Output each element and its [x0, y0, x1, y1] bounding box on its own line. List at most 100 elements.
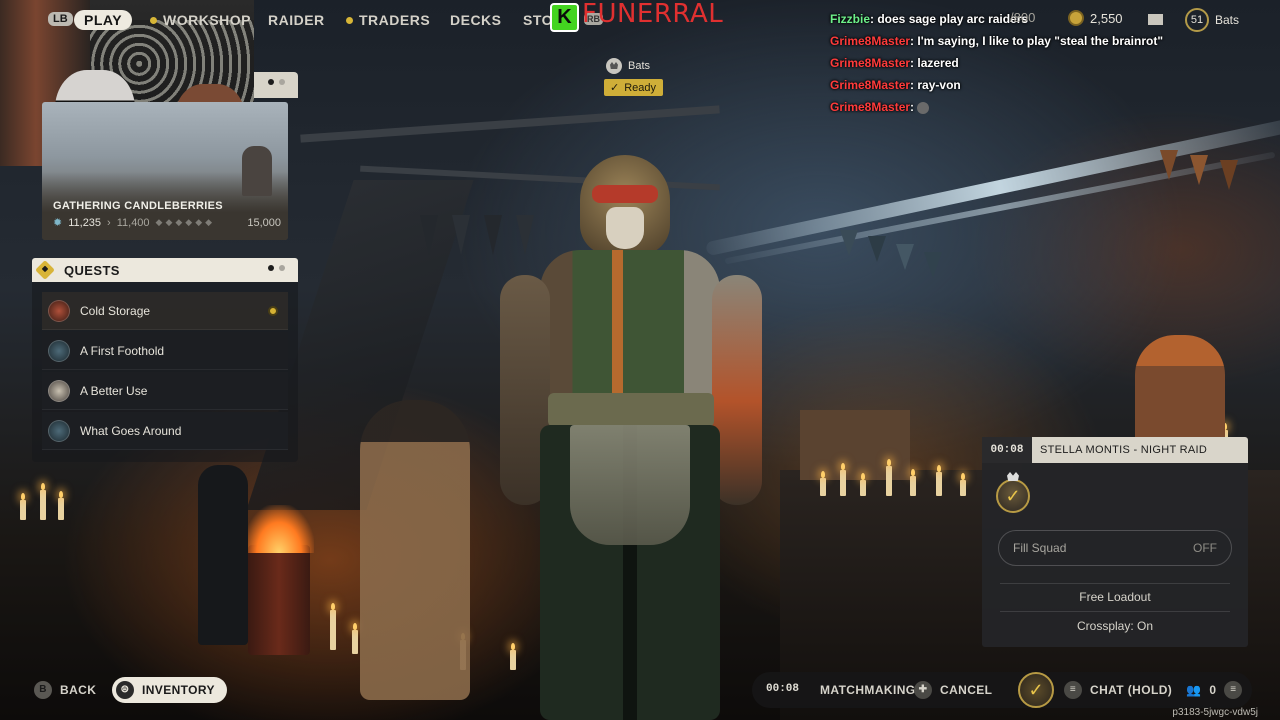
- menu-icon: ≡: [1064, 681, 1082, 699]
- matchmaking-label: MATCHMAKING: [820, 683, 916, 697]
- currency-partial: /800: [1010, 10, 1035, 25]
- chat-text: : I'm saying, I like to play "steal the …: [910, 34, 1164, 48]
- chat-label: CHAT (HOLD): [1090, 683, 1173, 697]
- notification-dot-icon: [150, 16, 157, 24]
- scene-fire-barrel: [248, 545, 310, 655]
- raider-belt: [548, 393, 714, 427]
- lb-button-glyph[interactable]: LB: [48, 12, 73, 26]
- ready-badge: ✓ Ready: [604, 79, 664, 96]
- scene-candle: [330, 603, 336, 650]
- event-title: GATHERING CANDLEBERRIES: [53, 200, 223, 212]
- quest-item[interactable]: Cold Storage: [42, 292, 288, 330]
- quest-giver-avatar: [48, 299, 70, 322]
- menu-icon: ≡: [1224, 681, 1243, 699]
- currency-partial-value: /800: [1010, 10, 1036, 25]
- inventory-label: INVENTORY: [142, 683, 215, 697]
- event-card-header: [254, 72, 298, 98]
- scene-banner: [896, 244, 914, 270]
- tab-raider[interactable]: RAIDER: [268, 12, 325, 28]
- cancel-button[interactable]: ✚ CANCEL: [914, 681, 992, 699]
- scene-banner: [924, 252, 942, 278]
- fill-squad-state: OFF: [1193, 541, 1217, 555]
- scene-candle: [860, 473, 866, 496]
- squad-panel: 00:08 STELLA MONTIS - NIGHT RAID ✓ Fill …: [982, 437, 1248, 647]
- mail-button[interactable]: [1148, 14, 1163, 25]
- scene-npc: [198, 465, 248, 645]
- scene-candle: [960, 473, 966, 496]
- chat-text: : does sage play arc raiders: [870, 12, 1029, 26]
- tab-traders[interactable]: TRADERS: [346, 12, 430, 28]
- quest-giver-avatar: [48, 419, 70, 442]
- squad-map-title: STELLA MONTIS - NIGHT RAID: [1040, 444, 1208, 456]
- fill-squad-label: Fill Squad: [1013, 541, 1067, 555]
- b-button-glyph: B: [34, 681, 52, 699]
- fill-squad-toggle[interactable]: Fill Squad OFF: [998, 530, 1232, 566]
- event-card[interactable]: GATHERING CANDLEBERRIES ✹ 11,235 › 11,40…: [42, 72, 298, 240]
- scene-banner: [420, 215, 438, 255]
- back-button[interactable]: B BACK: [34, 681, 96, 699]
- scene-rafter: [300, 105, 720, 143]
- gear-icon: ✹: [53, 217, 63, 229]
- pager-dots: [268, 79, 285, 85]
- event-image-figure: [242, 146, 272, 196]
- matchmaking-timer: 00:08: [766, 683, 800, 695]
- party-count: 0: [1209, 683, 1217, 697]
- scene-npc-shopkeeper: [1135, 335, 1225, 445]
- quests-header[interactable]: QUESTS: [32, 258, 298, 282]
- scene-candle: [820, 471, 826, 496]
- scene-shelf: [800, 410, 910, 480]
- cancel-label: CANCEL: [940, 683, 993, 697]
- chat-button[interactable]: ≡ CHAT (HOLD): [1064, 681, 1172, 699]
- quest-item[interactable]: A First Foothold: [42, 332, 288, 370]
- raider-apron: [570, 425, 690, 545]
- tab-decks[interactable]: DECKS: [450, 12, 502, 28]
- check-icon: ✓: [610, 82, 620, 94]
- scene-candle: [886, 459, 892, 496]
- stream-channel-name: FUNERRAL: [582, 0, 724, 29]
- crown-icon: [1007, 472, 1019, 481]
- scene-light-beam: [705, 117, 1280, 257]
- scene-banner: [452, 215, 470, 255]
- check-icon: ✓: [1005, 485, 1021, 506]
- tracked-quest-icon: [268, 305, 278, 316]
- scene-candle: [352, 623, 358, 654]
- quest-label: A Better Use: [80, 383, 148, 398]
- quest-label: What Goes Around: [80, 423, 182, 438]
- tab-store[interactable]: STO: [523, 12, 553, 28]
- player-name: Bats: [1215, 13, 1240, 27]
- chat-text: :: [910, 100, 918, 114]
- party-button[interactable]: 👥 0 ≡: [1186, 681, 1243, 699]
- quest-giver-avatar: [48, 339, 70, 362]
- quests-panel: QUESTS Cold Storage A First Foothold A B…: [32, 258, 298, 462]
- quest-item[interactable]: What Goes Around: [42, 412, 288, 450]
- player-level-badge: 51: [1185, 8, 1209, 32]
- lobby-player-name: Bats: [628, 60, 651, 72]
- quests-title: QUESTS: [64, 263, 120, 278]
- tab-play[interactable]: PLAY: [74, 10, 133, 30]
- ready-check-button[interactable]: ✓: [1018, 672, 1054, 708]
- event-progress: ✹ 11,235 › 11,400 ◆◆◆◆◆◆ 15,000: [53, 216, 281, 230]
- coins-value: 2,550: [1090, 10, 1123, 26]
- scene-banner: [868, 236, 886, 262]
- squad-member-slot[interactable]: ✓: [996, 479, 1030, 513]
- scene-banner: [1190, 155, 1208, 185]
- loadout-option[interactable]: Free Loadout: [1000, 590, 1230, 604]
- scene-candle: [840, 463, 846, 496]
- back-label: BACK: [60, 683, 97, 697]
- ready-label: Ready: [624, 81, 657, 94]
- player-profile[interactable]: 51 Bats: [1185, 8, 1239, 32]
- tab-workshop[interactable]: WORKSHOP: [150, 12, 251, 28]
- chat-username: Grime8Master: [830, 100, 911, 114]
- inventory-button[interactable]: ⊜ INVENTORY: [112, 677, 227, 703]
- raider-mask: [606, 207, 644, 249]
- notification-dot-icon: [346, 16, 353, 24]
- tab-traders-label: TRADERS: [359, 12, 431, 28]
- chat-username: Grime8Master: [830, 34, 911, 48]
- lobby-player: Bats: [606, 58, 650, 74]
- event-progress-next: 11,400: [116, 216, 150, 229]
- dpad-icon: ✚: [914, 681, 932, 699]
- chevron-right-icon: ›: [107, 216, 111, 229]
- quest-item[interactable]: A Better Use: [42, 372, 288, 410]
- crossplay-option[interactable]: Crossplay: On: [1000, 619, 1230, 633]
- chat-message: Grime8Master: ray-von: [830, 78, 961, 92]
